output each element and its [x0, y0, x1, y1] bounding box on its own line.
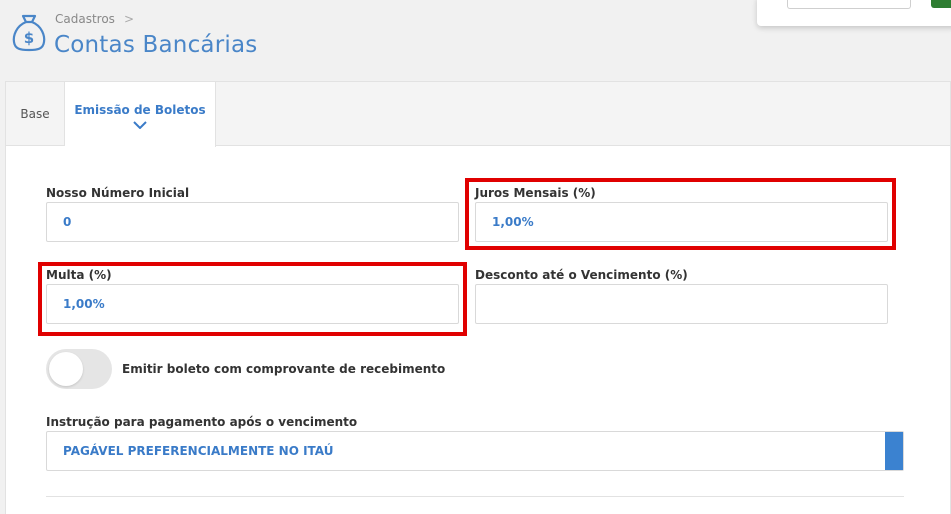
breadcrumb-item-cadastros[interactable]: Cadastros	[55, 12, 115, 26]
desconto-input[interactable]	[475, 284, 888, 324]
nosso-numero-label: Nosso Número Inicial	[46, 186, 190, 200]
juros-mensais-value: 1,00%	[492, 215, 534, 229]
tab-emissao-de-boletos[interactable]: Emissão de Boletos	[65, 82, 216, 147]
tab-bar: Base Emissão de Boletos	[6, 82, 950, 147]
money-bag-icon: $	[12, 14, 46, 52]
tab-base-label: Base	[20, 107, 50, 121]
svg-text:$: $	[24, 29, 34, 47]
instrucao-scroll-handle[interactable]	[885, 432, 903, 470]
popover-confirm-button[interactable]	[931, 0, 951, 8]
multa-value: 1,00%	[63, 297, 105, 311]
page-title: Contas Bancárias	[54, 32, 258, 58]
chevron-down-icon	[133, 120, 147, 129]
breadcrumb-separator: >	[123, 12, 134, 26]
breadcrumb: Cadastros >	[55, 12, 134, 26]
nosso-numero-value: 0	[63, 215, 72, 229]
desconto-label: Desconto até o Vencimento (%)	[475, 268, 688, 282]
popover-input[interactable]	[787, 0, 911, 9]
multa-label: Multa (%)	[46, 268, 112, 282]
instrucao-label: Instrução para pagamento após o vencimen…	[46, 415, 358, 429]
juros-mensais-input[interactable]: 1,00%	[475, 202, 888, 242]
toggle-knob	[49, 352, 83, 386]
multa-input[interactable]: 1,00%	[46, 284, 459, 324]
tab-base[interactable]: Base	[6, 82, 65, 146]
nosso-numero-input[interactable]: 0	[46, 202, 459, 242]
tab-emissao-label: Emissão de Boletos	[74, 102, 206, 117]
divider	[46, 496, 904, 497]
top-right-popover	[757, 0, 951, 26]
juros-mensais-label: Juros Mensais (%)	[475, 186, 596, 200]
comprovante-toggle[interactable]	[46, 349, 112, 389]
instrucao-value: PAGÁVEL PREFERENCIALMENTE NO ITAÚ	[63, 444, 334, 458]
comprovante-toggle-label: Emitir boleto com comprovante de recebim…	[122, 362, 446, 376]
instrucao-select[interactable]: PAGÁVEL PREFERENCIALMENTE NO ITAÚ	[46, 431, 904, 471]
